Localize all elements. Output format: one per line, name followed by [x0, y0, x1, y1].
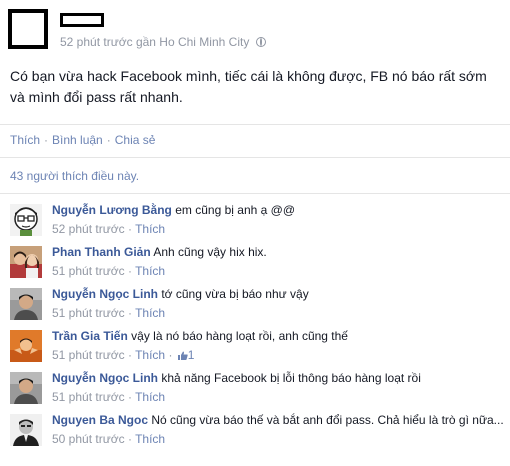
avatar-bw-photo-icon: [10, 414, 42, 446]
comment-body: Nguyễn Lương Bằng em cũng bị anh ạ @@ 52…: [52, 202, 507, 237]
comment-meta: 50 phút trước · Thích: [52, 431, 507, 447]
poster-name-redacted[interactable]: [60, 13, 104, 27]
avatar-man-photo-icon: [10, 288, 42, 320]
divider: [0, 124, 510, 125]
comment-time[interactable]: 50 phút trước: [52, 432, 125, 446]
post-header: 52 phút trước gần Ho Chi Minh City: [0, 0, 510, 60]
poster-avatar-redacted[interactable]: [8, 9, 48, 49]
separator-dot: ·: [168, 348, 173, 362]
comment-time[interactable]: 52 phút trước: [52, 222, 125, 236]
comment-meta: 51 phút trước · Thích: [52, 305, 507, 321]
post-text: Có bạn vừa hack Facebook mình, tiếc cái …: [10, 68, 487, 105]
comment-like-button[interactable]: Thích: [135, 390, 165, 404]
comment-time[interactable]: 51 phút trước: [52, 390, 125, 404]
comment-meta: 52 phút trước · Thích: [52, 221, 507, 237]
comment-body: Nguyen Ba Ngoc Nó cũng vừa báo thế và bắ…: [52, 412, 507, 447]
comment-text: Nó cũng vừa báo thế và bắt anh đổi pass.…: [151, 413, 504, 427]
avatar-man-photo-icon: [10, 372, 42, 404]
comment-button[interactable]: Bình luận: [52, 133, 103, 147]
commenter-avatar[interactable]: [10, 288, 42, 320]
comment-author[interactable]: Nguyễn Ngọc Linh: [52, 371, 158, 385]
comment-like-button[interactable]: Thích: [135, 264, 165, 278]
comment-text: vậy là nó báo hàng loạt rồi, anh cũng th…: [131, 329, 348, 343]
separator-dot: ·: [127, 348, 132, 362]
separator-dot: ·: [127, 432, 132, 446]
likes-summary[interactable]: 43 người thích điều này.: [10, 169, 139, 183]
thumbs-up-icon: [177, 351, 188, 360]
post-actions: Thích · Bình luận · Chia sẻ: [10, 133, 155, 147]
commenter-avatar[interactable]: [10, 204, 42, 236]
comment-author[interactable]: Nguyễn Lương Bằng: [52, 203, 172, 217]
comment-text: tớ cũng vừa bị báo như vậy: [161, 287, 309, 301]
comment-meta: 51 phút trước · Thích · 1: [52, 347, 507, 363]
commenter-avatar[interactable]: [10, 246, 42, 278]
comment-like-count[interactable]: 1: [177, 348, 195, 362]
comment-like-button[interactable]: Thích: [135, 306, 165, 320]
separator-dot: ·: [127, 222, 132, 236]
comment-time[interactable]: 51 phút trước: [52, 348, 125, 362]
separator-dot: ·: [127, 390, 132, 404]
comment-author[interactable]: Nguyen Ba Ngoc: [52, 413, 148, 427]
commenter-avatar[interactable]: [10, 372, 42, 404]
like-count-value: 1: [187, 348, 195, 362]
comment-time[interactable]: 51 phút trước: [52, 306, 125, 320]
post-time-location[interactable]: 52 phút trước gần Ho Chi Minh City: [60, 35, 249, 49]
post-card: 52 phút trước gần Ho Chi Minh City Có bạ…: [0, 0, 510, 466]
comment-body: Nguyễn Ngọc Linh khả năng Facebook bị lỗ…: [52, 370, 507, 405]
divider: [0, 157, 510, 158]
commenter-avatar[interactable]: [10, 330, 42, 362]
divider: [0, 193, 510, 194]
comment-like-button[interactable]: Thích: [135, 348, 165, 362]
commenter-avatar[interactable]: [10, 414, 42, 446]
comment-meta: 51 phút trước · Thích: [52, 263, 507, 279]
comment-author[interactable]: Nguyễn Ngọc Linh: [52, 287, 158, 301]
separator-dot: ·: [44, 133, 49, 147]
separator-dot: ·: [127, 264, 132, 278]
globe-icon[interactable]: [255, 37, 266, 47]
comment-like-button[interactable]: Thích: [135, 222, 165, 236]
comment-body: Trần Gia Tiến vậy là nó báo hàng loạt rồ…: [52, 328, 507, 363]
avatar-couple-photo-icon: [10, 246, 42, 278]
comment-like-button[interactable]: Thích: [135, 432, 165, 446]
avatar-orange-photo-icon: [10, 330, 42, 362]
comment-body: Nguyễn Ngọc Linh tớ cũng vừa bị báo như …: [52, 286, 507, 321]
comment-body: Phan Thanh Giản Anh cũng vậy hix hix. 51…: [52, 244, 507, 279]
post-meta: 52 phút trước gần Ho Chi Minh City: [60, 35, 266, 49]
comment-author[interactable]: Trần Gia Tiến: [52, 329, 128, 343]
comment-meta: 51 phút trước · Thích: [52, 389, 507, 405]
comment-text: Anh cũng vậy hix hix.: [153, 245, 267, 259]
comment-text: khả năng Facebook bị lỗi thông báo hàng …: [161, 371, 421, 385]
like-button[interactable]: Thích: [10, 133, 40, 147]
separator-dot: ·: [127, 306, 132, 320]
avatar-cartoon-icon: [10, 204, 42, 236]
comment-time[interactable]: 51 phút trước: [52, 264, 125, 278]
share-button[interactable]: Chia sẻ: [115, 133, 156, 147]
comment-author[interactable]: Phan Thanh Giản: [52, 245, 151, 259]
comment-text: em cũng bị anh ạ @@: [175, 203, 295, 217]
separator-dot: ·: [106, 133, 111, 147]
